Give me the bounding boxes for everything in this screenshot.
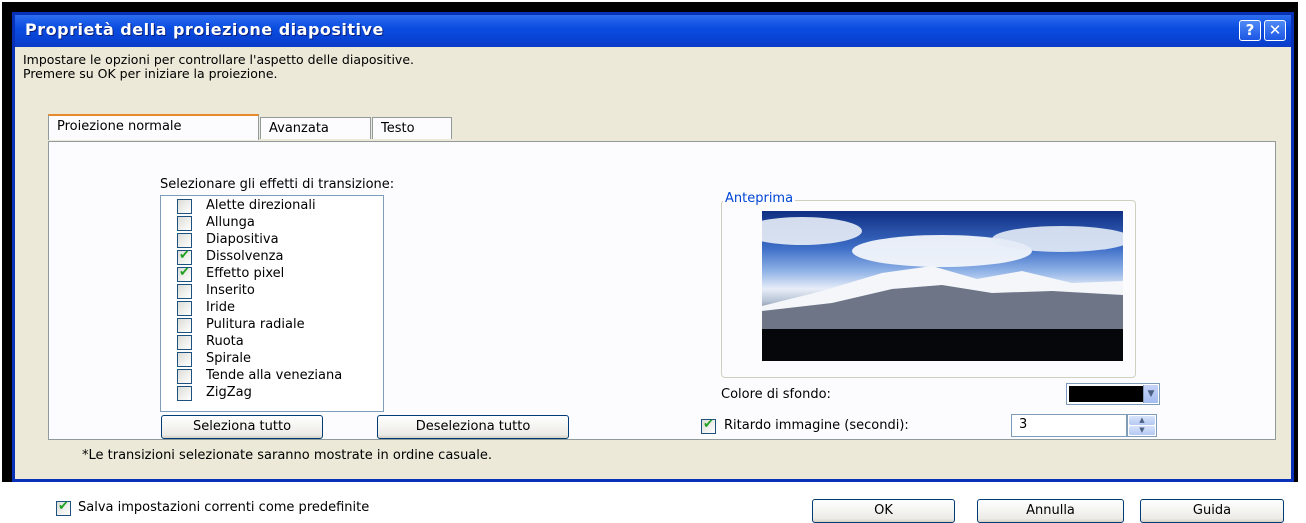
checkbox[interactable] xyxy=(177,248,192,265)
help-icon[interactable]: ? xyxy=(1239,20,1261,41)
preview-image xyxy=(762,211,1123,361)
ok-button[interactable]: OK xyxy=(812,499,955,523)
checkbox[interactable] xyxy=(177,265,192,282)
tab-avanzata[interactable]: Avanzata xyxy=(260,117,371,139)
delay-spinner[interactable]: ▲ ▼ xyxy=(1127,414,1157,437)
deselect-all-button[interactable]: Deseleziona tutto xyxy=(377,415,569,439)
background-color-label: Colore di sfondo: xyxy=(721,387,831,402)
checkbox[interactable] xyxy=(177,199,192,214)
intro-line-1: Impostare le opzioni per controllare l'a… xyxy=(23,52,414,67)
dialog-window: Proprietà della proiezione diapositive ?… xyxy=(12,12,1294,523)
tab-testo[interactable]: Testo xyxy=(372,117,452,139)
intro-line-2: Premere su OK per iniziare la proiezione… xyxy=(23,66,278,81)
chevron-down-icon[interactable]: ▼ xyxy=(1143,385,1158,403)
checkbox[interactable] xyxy=(177,386,192,401)
close-icon[interactable]: ✕ xyxy=(1264,20,1286,41)
tab-proiezione-normale[interactable]: Proiezione normale xyxy=(48,114,259,140)
transitions-label: Selezionare gli effetti di transizione: xyxy=(160,177,395,192)
cancel-button[interactable]: Annulla xyxy=(977,499,1124,523)
save-default-checkbox[interactable] xyxy=(56,499,71,516)
checkbox[interactable] xyxy=(177,318,192,333)
dialog-client-area: Impostare le opzioni per controllare l'a… xyxy=(15,47,1291,523)
save-default-label: Salva impostazioni correnti come predefi… xyxy=(78,500,370,515)
checkbox[interactable] xyxy=(177,284,192,299)
intro-text: Impostare le opzioni per controllare l'a… xyxy=(23,53,414,81)
transitions-list[interactable]: Alette direzionali Allunga Diapositiva D… xyxy=(160,195,384,412)
checkbox[interactable] xyxy=(177,301,192,316)
random-order-note: *Le transizioni selezionate saranno most… xyxy=(82,448,493,463)
help-button[interactable]: Guida xyxy=(1140,499,1284,523)
select-all-button[interactable]: Seleziona tutto xyxy=(161,415,323,439)
delay-label: Ritardo immagine (secondi): xyxy=(724,418,909,433)
window-title: Proprietà della proiezione diapositive xyxy=(25,20,384,39)
mountain-landscape-image xyxy=(762,217,1123,361)
title-bar[interactable]: Proprietà della proiezione diapositive ?… xyxy=(15,15,1291,47)
preview-group-title: Anteprima xyxy=(723,191,796,206)
delay-checkbox[interactable] xyxy=(701,417,716,434)
checkbox[interactable] xyxy=(177,369,192,384)
background-color-picker[interactable]: ▼ xyxy=(1066,383,1160,405)
checkbox[interactable] xyxy=(177,335,192,350)
color-swatch xyxy=(1069,386,1143,402)
checkbox[interactable] xyxy=(177,216,192,231)
checkbox[interactable] xyxy=(177,352,192,367)
spin-up-icon[interactable]: ▲ xyxy=(1129,416,1155,425)
checkbox[interactable] xyxy=(177,233,192,248)
delay-input[interactable]: 3 xyxy=(1011,414,1127,437)
spin-down-icon[interactable]: ▼ xyxy=(1129,426,1155,435)
